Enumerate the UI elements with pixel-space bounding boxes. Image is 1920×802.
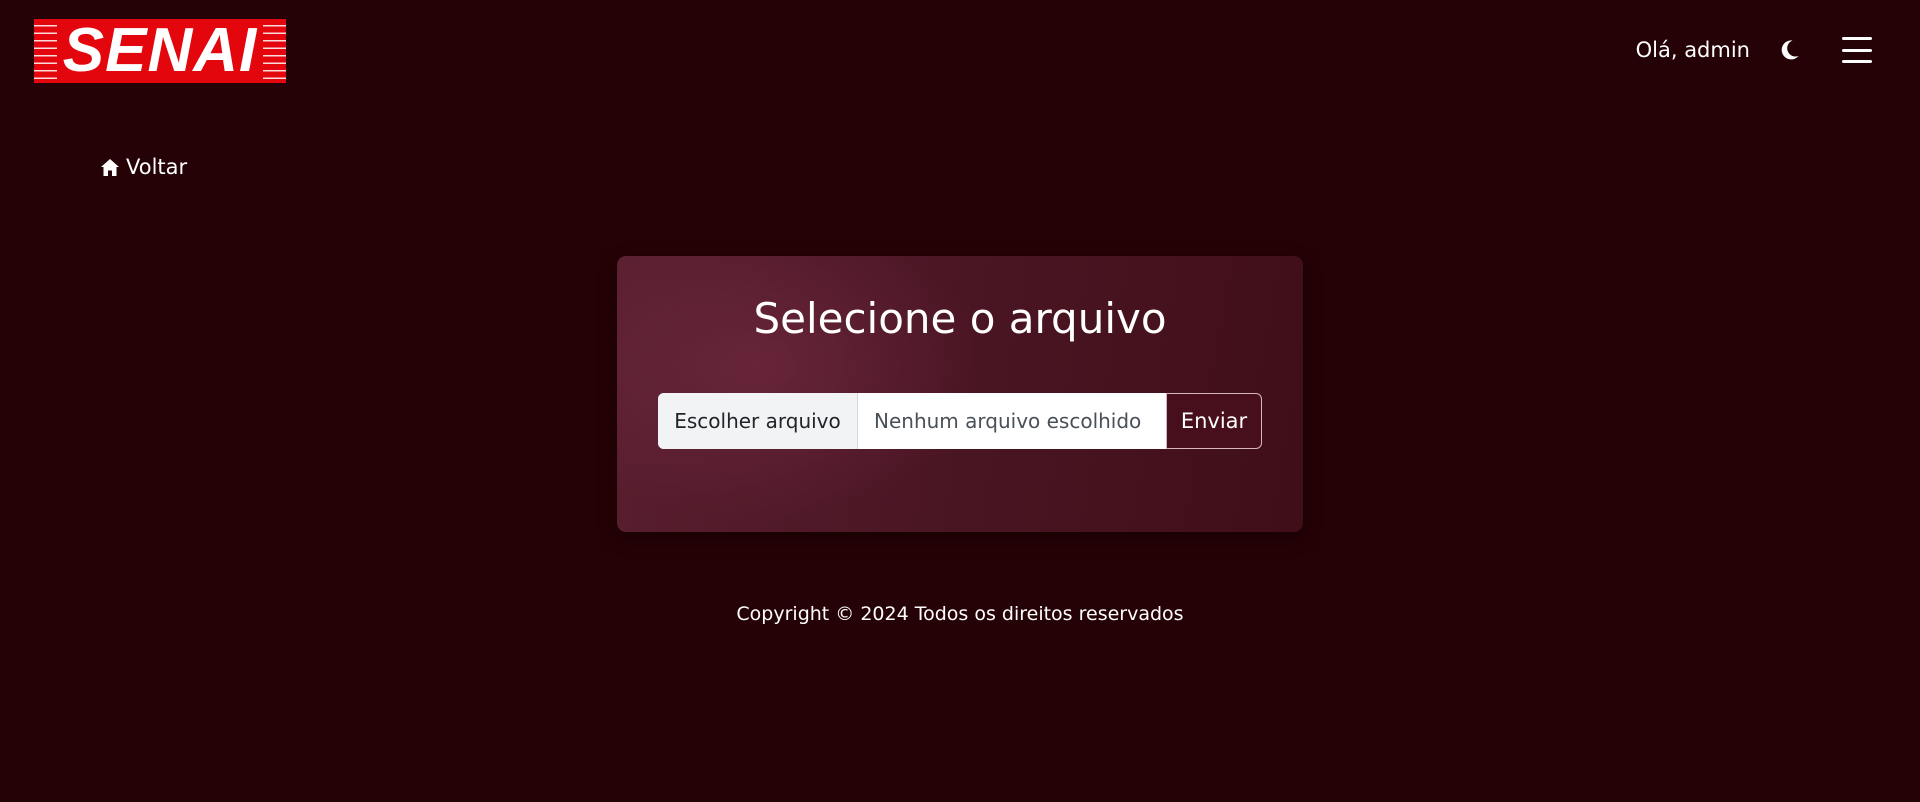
home-icon (101, 158, 119, 176)
file-status-text: Nenhum arquivo escolhido (874, 409, 1142, 433)
moon-icon[interactable] (1776, 37, 1802, 63)
submit-button[interactable]: Enviar (1166, 393, 1262, 449)
menu-bar (1842, 48, 1872, 52)
choose-file-button[interactable]: Escolher arquivo (658, 393, 858, 449)
moon-icon-svg (1781, 40, 1799, 60)
logo-text: SENAI (56, 20, 264, 82)
back-link-label: Voltar (126, 155, 188, 179)
upload-card: Selecione o arquivo Escolher arquivo Nen… (617, 256, 1303, 532)
footer-copyright: Copyright © 2024 Todos os direitos reser… (736, 603, 1184, 625)
file-upload-group: Escolher arquivo Nenhum arquivo escolhid… (658, 393, 1262, 449)
user-greeting: Olá, admin (1635, 38, 1750, 62)
header-actions: Olá, admin (1636, 30, 1872, 70)
senai-logo[interactable]: SENAI (34, 19, 286, 83)
file-input[interactable]: Escolher arquivo Nenhum arquivo escolhid… (658, 393, 1166, 449)
menu-bar (1842, 60, 1872, 63)
menu-bar (1842, 37, 1872, 40)
hamburger-menu-icon[interactable] (1842, 37, 1872, 63)
upload-title: Selecione o arquivo (753, 294, 1167, 343)
page: SENAI Olá, admin Voltar Selecione o arqu… (0, 0, 1920, 802)
back-link[interactable]: Voltar (100, 155, 187, 179)
